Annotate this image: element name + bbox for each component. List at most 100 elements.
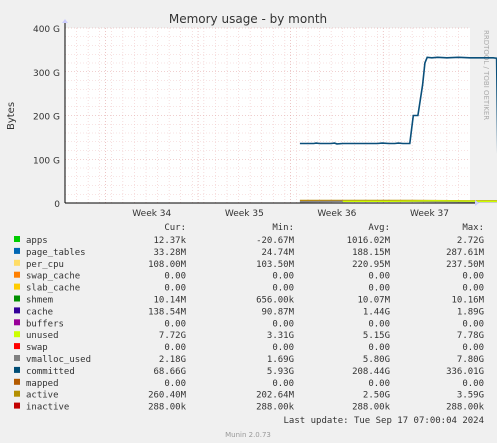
y-tick-label: 0 bbox=[54, 200, 60, 210]
legend-header-min: Min: bbox=[272, 223, 294, 233]
legend-avg-swap: 0.00 bbox=[368, 343, 390, 353]
legend-max-unused: 7.78G bbox=[457, 331, 484, 341]
legend-name-inactive: inactive bbox=[26, 403, 69, 413]
legend-max-vmalloc_used: 7.80G bbox=[457, 355, 484, 365]
legend-header-avg: Avg: bbox=[368, 223, 390, 233]
memory-chart: Memory usage - by month RRDTOOL / TOBI O… bbox=[6, 12, 497, 439]
legend-avg-vmalloc_used: 5.80G bbox=[363, 355, 390, 365]
chart-title: Memory usage - by month bbox=[169, 12, 327, 26]
legend-min-slab_cache: 0.00 bbox=[272, 284, 294, 294]
legend-cur-active: 260.40M bbox=[148, 391, 187, 401]
legend-cur-mapped: 0.00 bbox=[164, 379, 186, 389]
legend-name-unused: unused bbox=[26, 331, 59, 341]
legend-avg-apps: 1016.02M bbox=[347, 236, 391, 246]
legend-swatch-slab_cache bbox=[14, 283, 20, 290]
legend-cur-page_tables: 33.28M bbox=[153, 248, 186, 258]
legend-cur-buffers: 0.00 bbox=[164, 319, 186, 329]
legend-max-swap_cache: 0.00 bbox=[462, 272, 484, 282]
y-axis-label: Bytes bbox=[6, 102, 17, 130]
legend-name-swap: swap bbox=[26, 343, 48, 353]
x-tick-label: Week 36 bbox=[317, 209, 356, 219]
legend-cur-swap_cache: 0.00 bbox=[164, 272, 186, 282]
y-axis: 0 100 G 200 G 300 G 400 G bbox=[33, 19, 68, 210]
legend-name-per_cpu: per_cpu bbox=[26, 260, 64, 270]
y-tick-label: 200 G bbox=[33, 113, 60, 123]
legend-avg-inactive: 288.00k bbox=[352, 403, 391, 413]
legend-avg-buffers: 0.00 bbox=[368, 319, 390, 329]
legend-name-mapped: mapped bbox=[26, 379, 59, 389]
x-axis: Week 34 Week 35 Week 36 Week 37 bbox=[65, 200, 479, 219]
legend-avg-per_cpu: 220.95M bbox=[352, 260, 391, 270]
legend-avg-unused: 5.15G bbox=[363, 331, 390, 341]
x-tick-label: Week 37 bbox=[410, 209, 449, 219]
legend-avg-active: 2.50G bbox=[363, 391, 390, 401]
legend-avg-slab_cache: 0.00 bbox=[368, 284, 390, 294]
legend-header-cur: Cur: bbox=[164, 223, 186, 233]
y-tick-label: 100 G bbox=[33, 156, 60, 166]
legend-swatch-vmalloc_used bbox=[14, 355, 20, 361]
legend-min-swap: 0.00 bbox=[272, 343, 294, 353]
footer-version: Munin 2.0.73 bbox=[225, 431, 271, 439]
legend-max-slab_cache: 0.00 bbox=[462, 284, 484, 294]
legend-cur-vmalloc_used: 2.18G bbox=[159, 355, 186, 365]
legend-swatch-shmem bbox=[14, 295, 20, 302]
legend-cur-committed: 68.66G bbox=[153, 367, 186, 377]
legend-cur-inactive: 288.00k bbox=[148, 403, 187, 413]
legend-min-mapped: 0.00 bbox=[272, 379, 294, 389]
legend-name-apps: apps bbox=[26, 236, 48, 246]
x-tick-label: Week 34 bbox=[132, 209, 171, 219]
legend-name-buffers: buffers bbox=[26, 319, 64, 329]
legend-min-buffers: 0.00 bbox=[272, 319, 294, 329]
legend-min-inactive: 288.00k bbox=[256, 403, 295, 413]
last-update: Last update: Tue Sep 17 07:00:04 2024 bbox=[284, 416, 484, 426]
legend-name-slab_cache: slab_cache bbox=[26, 284, 80, 294]
legend-name-cache: cache bbox=[26, 307, 53, 317]
legend-name-vmalloc_used: vmalloc_used bbox=[26, 355, 91, 365]
legend-min-unused: 3.31G bbox=[267, 331, 294, 341]
legend-swatch-swap bbox=[14, 343, 20, 350]
legend-cur-slab_cache: 0.00 bbox=[164, 284, 186, 294]
legend-min-swap_cache: 0.00 bbox=[272, 272, 294, 282]
series-unused-line bbox=[342, 200, 497, 203]
legend-name-swap_cache: swap_cache bbox=[26, 272, 80, 282]
legend-name-active: active bbox=[26, 391, 59, 401]
legend-max-buffers: 0.00 bbox=[462, 319, 484, 329]
legend-min-shmem: 656.00k bbox=[256, 296, 295, 306]
legend-avg-mapped: 0.00 bbox=[368, 379, 390, 389]
legend-max-committed: 336.01G bbox=[446, 367, 484, 377]
legend-cur-shmem: 10.14M bbox=[153, 296, 186, 306]
legend: Cur: Min: Avg: Max: apps 12.37k -20.67M 1016.02… bbox=[14, 223, 485, 413]
legend-min-apps: -20.67M bbox=[256, 236, 295, 246]
legend-max-mapped: 0.00 bbox=[462, 379, 484, 389]
legend-avg-committed: 208.44G bbox=[352, 367, 390, 377]
legend-swatch-unused bbox=[14, 331, 20, 338]
y-tick-label: 400 G bbox=[33, 25, 60, 35]
legend-swatch-active bbox=[14, 390, 20, 397]
legend-avg-page_tables: 188.15M bbox=[352, 248, 391, 258]
legend-min-committed: 5.93G bbox=[267, 367, 294, 377]
legend-cur-unused: 7.72G bbox=[159, 331, 186, 341]
legend-name-committed: committed bbox=[26, 367, 75, 377]
legend-swatch-swap_cache bbox=[14, 271, 20, 278]
legend-avg-shmem: 10.07M bbox=[357, 296, 390, 306]
legend-swatch-buffers bbox=[14, 319, 20, 326]
legend-cur-swap: 0.00 bbox=[164, 343, 186, 353]
legend-min-active: 202.64M bbox=[256, 391, 295, 401]
legend-swatch-cache bbox=[14, 307, 20, 314]
legend-cur-cache: 138.54M bbox=[148, 307, 187, 317]
legend-max-swap: 0.00 bbox=[462, 343, 484, 353]
legend-avg-swap_cache: 0.00 bbox=[368, 272, 390, 282]
legend-swatch-inactive bbox=[14, 402, 20, 409]
legend-min-page_tables: 24.74M bbox=[261, 248, 294, 258]
legend-max-shmem: 10.16M bbox=[451, 296, 484, 306]
legend-max-page_tables: 287.61M bbox=[446, 248, 485, 258]
legend-swatch-per_cpu bbox=[14, 259, 20, 266]
legend-swatch-page_tables bbox=[14, 247, 20, 254]
legend-swatch-apps bbox=[14, 236, 20, 242]
legend-max-active: 3.59G bbox=[457, 391, 484, 401]
legend-cur-apps: 12.37k bbox=[153, 236, 186, 246]
legend-name-page_tables: page_tables bbox=[26, 248, 86, 258]
x-tick-label: Week 35 bbox=[225, 209, 264, 219]
legend-min-vmalloc_used: 1.69G bbox=[267, 355, 294, 365]
legend-header-max: Max: bbox=[462, 223, 484, 233]
